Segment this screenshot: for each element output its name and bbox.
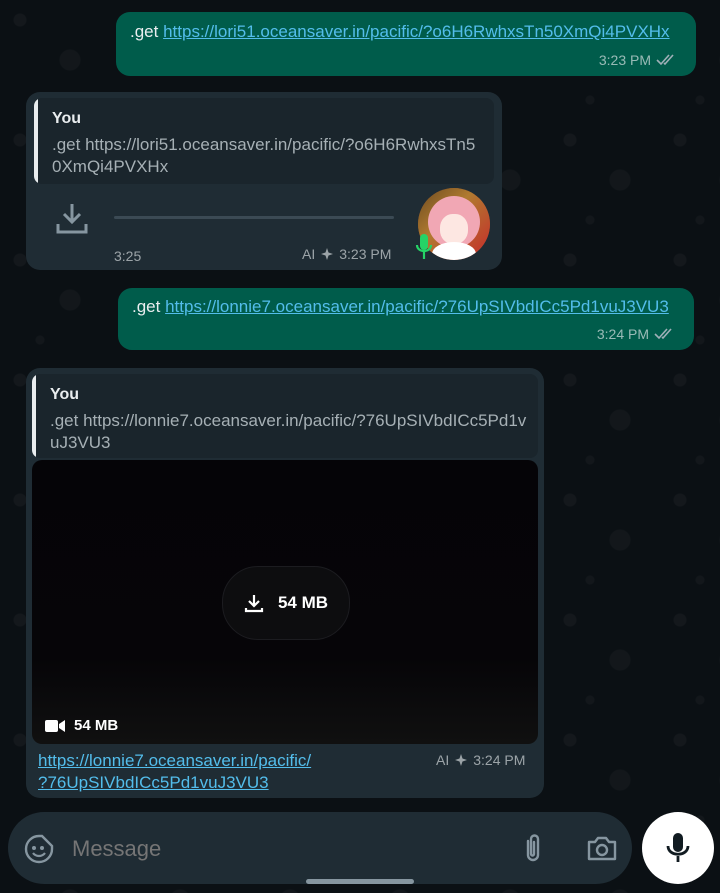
message-time: 3:24 PM [596,326,649,342]
mic-icon [415,234,433,259]
camera-button[interactable] [586,834,618,862]
message-text: .get https://lonnie7.oceansaver.in/pacif… [132,297,669,317]
message-time: 3:24 PM [473,752,526,768]
video-info: 54 MB [44,717,118,734]
download-icon [244,595,264,613]
double-check-icon [654,328,672,340]
video-size: 54 MB [74,717,119,734]
quote-author: You [52,110,82,127]
message-link[interactable]: https://lori51.oceansaver.in/pacific/?o6… [163,22,669,41]
sticker-button[interactable] [24,834,54,864]
message-prefix: .get [132,297,161,316]
quote-author: You [50,386,80,403]
message-text: .get https://lori51.oceansaver.in/pacifi… [130,22,670,42]
quote-text: .get https://lori51.oceansaver.in/pacifi… [52,135,476,176]
outgoing-message-1[interactable]: .get https://lori51.oceansaver.in/pacifi… [116,12,696,76]
sticker-icon [24,834,54,864]
message-prefix: .get [130,22,159,41]
quoted-message[interactable]: You .get https://lonnie7.oceansaver.in/p… [32,374,538,458]
quote-text: .get https://lonnie7.oceansaver.in/pacif… [50,411,527,452]
attach-icon [526,834,540,862]
ai-label: AI [302,246,316,262]
message-meta: AI 3:23 PM [302,246,391,262]
message-time: 3:23 PM [598,52,651,68]
video-icon [45,719,65,732]
caption-link-line-2[interactable]: ?76UpSIVbdICc5Pd1vuJ3VU3 [38,773,269,792]
message-meta: AI 3:24 PM [436,752,525,768]
camera-icon [587,836,617,861]
message-meta: 3:24 PM [597,326,678,342]
ai-sparkle-icon [321,248,334,260]
voice-progress-track[interactable] [114,216,394,219]
incoming-video-message[interactable]: You .get https://lonnie7.oceansaver.in/p… [26,368,544,798]
voice-record-button[interactable] [642,812,714,884]
outgoing-message-2[interactable]: .get https://lonnie7.oceansaver.in/pacif… [118,288,694,350]
video-download-button[interactable]: 54 MB [222,566,350,640]
message-input[interactable] [70,830,494,868]
ai-sparkle-icon [455,754,468,766]
caption-link-line-1[interactable]: https://lonnie7.oceansaver.in/pacific/ [38,751,311,770]
caption-link[interactable]: https://lonnie7.oceansaver.in/pacific/ ?… [38,750,311,794]
message-composer [8,812,632,884]
message-time: 3:23 PM [339,246,392,262]
incoming-voice-message[interactable]: You .get https://lori51.oceansaver.in/pa… [26,92,502,270]
download-icon [56,204,88,234]
attach-button[interactable] [520,832,546,864]
message-link[interactable]: https://lonnie7.oceansaver.in/pacific/?7… [165,297,669,316]
quoted-message[interactable]: You .get https://lori51.oceansaver.in/pa… [34,98,494,184]
download-size-label: 54 MB [277,593,329,612]
video-preview[interactable]: 54 MB 54 MB [32,460,538,744]
voice-download-button[interactable] [54,200,90,236]
double-check-icon [656,54,674,66]
gesture-navigation-bar[interactable] [306,879,414,884]
avatar-body [432,242,476,260]
ai-label: AI [436,752,450,768]
avatar-face [440,214,468,244]
mic-icon [666,833,690,862]
voice-duration: 3:25 [114,248,142,264]
message-meta: 3:23 PM [599,52,680,68]
